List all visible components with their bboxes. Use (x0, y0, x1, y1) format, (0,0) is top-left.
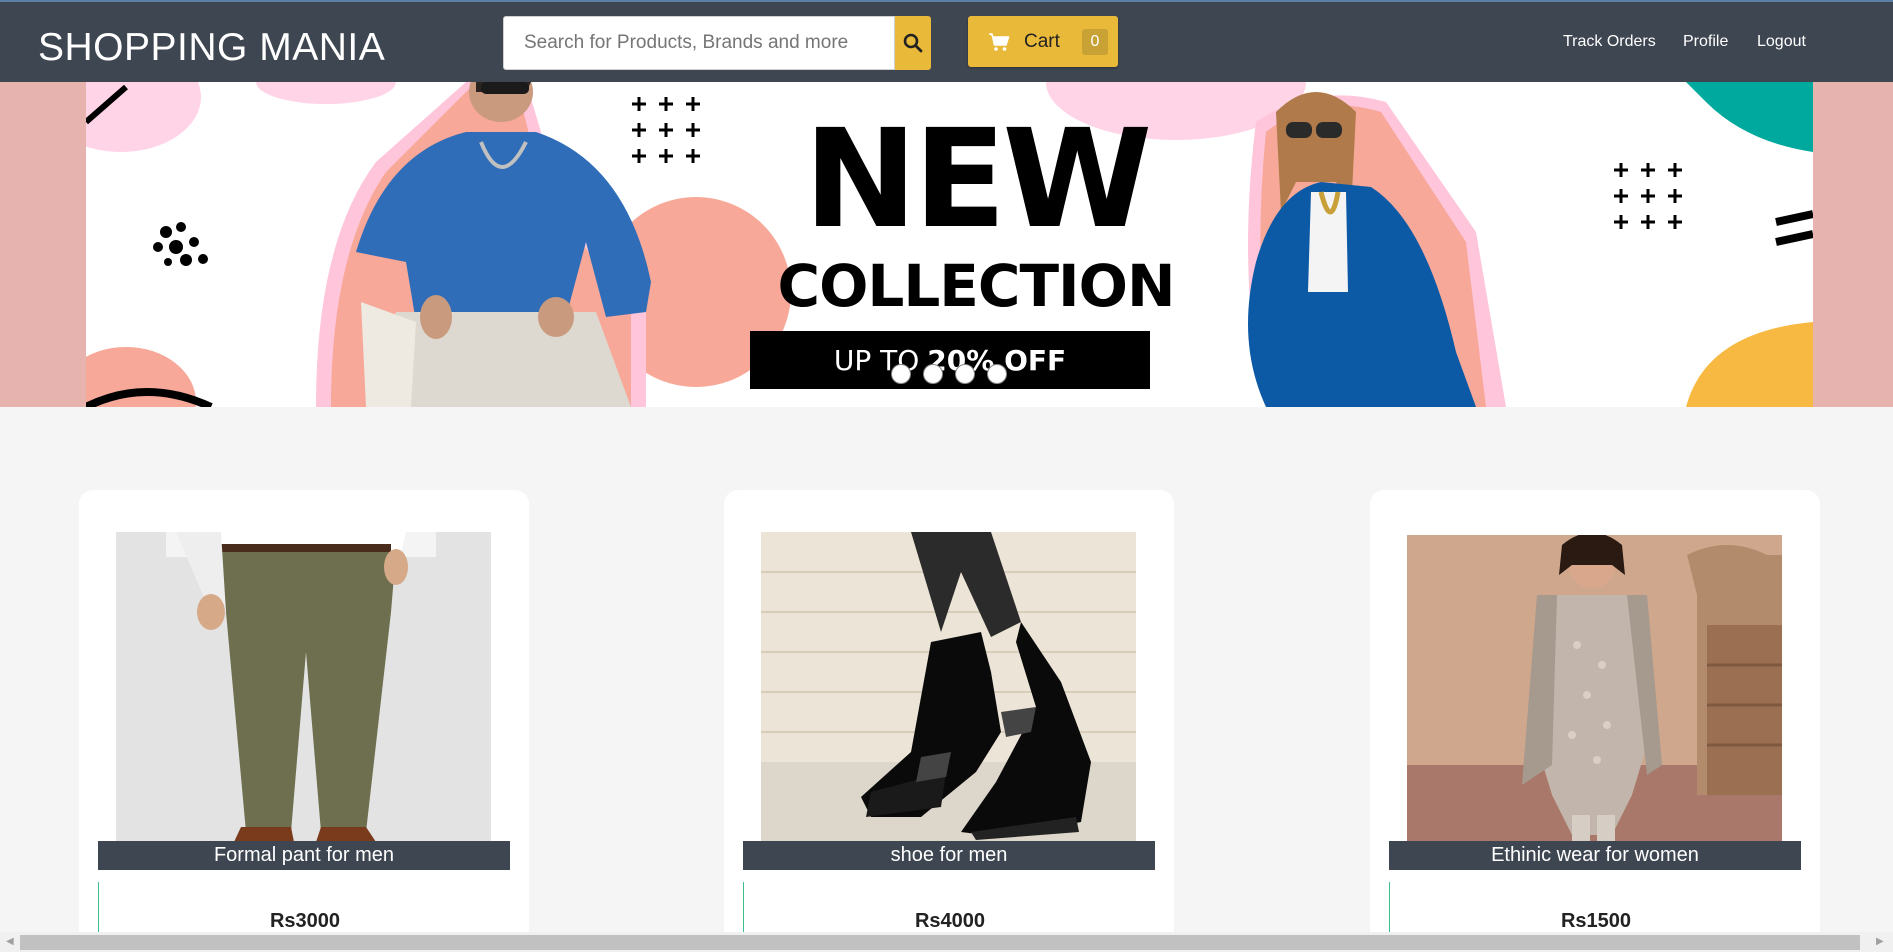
carousel-dot-1[interactable] (891, 364, 911, 384)
brand-logo[interactable]: SHOPPING MANIA (38, 26, 385, 70)
product-name[interactable]: Formal pant for men (98, 841, 510, 870)
product-price: Rs1500 (1560, 910, 1632, 932)
model-right (1248, 92, 1506, 407)
product-price: Rs4000 (914, 910, 986, 932)
banner-side-left (0, 82, 86, 407)
product-card[interactable]: Formal pant for men Rs3000 (79, 490, 529, 952)
product-card[interactable]: shoe for men Rs4000 (724, 490, 1174, 952)
carousel-indicators (891, 364, 1007, 384)
cart-button[interactable]: Cart 0 (968, 16, 1118, 67)
horizontal-scrollbar[interactable]: ◀ ▶ (0, 932, 1893, 952)
cart-count-badge: 0 (1081, 28, 1108, 55)
product-price: Rs3000 (269, 910, 341, 932)
scrollbar-thumb[interactable] (20, 935, 1860, 950)
search-input[interactable] (503, 16, 895, 70)
cart-label: Cart (1024, 30, 1060, 52)
scroll-right-icon[interactable]: ▶ (1876, 936, 1886, 948)
search-icon (903, 33, 923, 53)
model-left (316, 82, 651, 407)
product-image[interactable] (1407, 535, 1782, 842)
carousel-dot-3[interactable] (955, 364, 975, 384)
product-image[interactable] (761, 532, 1136, 842)
banner-subtitle: COLLECTION (777, 252, 1176, 320)
cart-icon (989, 32, 1010, 51)
top-navbar: SHOPPING MANIA Cart 0 Track Orders Profi… (0, 0, 1893, 82)
carousel-dot-2[interactable] (923, 364, 943, 384)
banner-side-right (1813, 82, 1893, 407)
product-name[interactable]: shoe for men (743, 841, 1155, 870)
nav-track-orders[interactable]: Track Orders (1563, 33, 1656, 51)
scroll-left-icon[interactable]: ◀ (6, 936, 16, 948)
nav-logout[interactable]: Logout (1757, 33, 1806, 51)
banner-title: NEW (803, 101, 1153, 259)
product-name[interactable]: Ethinic wear for women (1389, 841, 1801, 870)
product-image[interactable] (116, 532, 491, 842)
nav-profile[interactable]: Profile (1683, 33, 1728, 51)
search-button[interactable] (895, 16, 931, 70)
carousel-dot-4[interactable] (987, 364, 1007, 384)
promo-banner[interactable]: NEW COLLECTION UP TO 20% OFF (86, 82, 1813, 407)
product-card[interactable]: Ethinic wear for women Rs1500 (1370, 490, 1820, 952)
